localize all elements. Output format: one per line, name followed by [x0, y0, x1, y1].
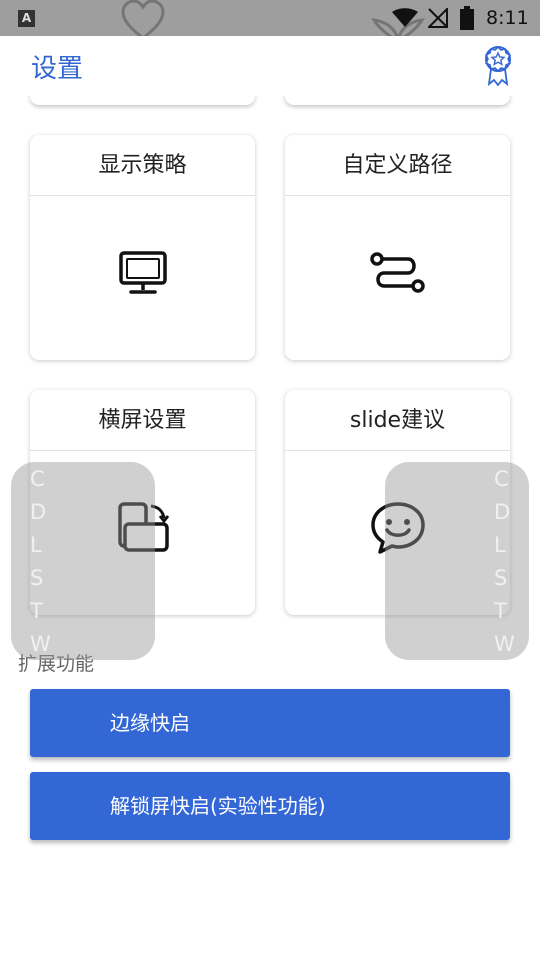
card-label: 显示策略 — [30, 135, 255, 196]
letter-item: L — [494, 533, 506, 557]
card-display-strategy[interactable]: 显示策略 — [30, 135, 255, 360]
letter-item: T — [494, 599, 507, 623]
page-title: 设置 — [31, 54, 84, 84]
no-signal-icon — [428, 8, 448, 28]
card-label: slide建议 — [285, 390, 510, 451]
edge-quick-launch-button[interactable]: 边缘快启 — [30, 689, 510, 757]
letter-item: C — [494, 467, 509, 491]
letter-item: S — [494, 566, 508, 590]
app-root: A 8:11 设置 显示策略 自定义路径 横屏设置 slide建议 扩展功能 边… — [0, 0, 540, 960]
toolbar: 设置 — [0, 36, 540, 96]
letter-item: D — [494, 500, 511, 524]
letter-item: W — [494, 632, 515, 656]
status-time: 8:11 — [486, 7, 529, 29]
letter-item: L — [30, 533, 42, 557]
letter-item: S — [30, 566, 44, 590]
award-icon[interactable] — [482, 44, 514, 86]
letter-item: D — [30, 500, 47, 524]
floating-letters-right: C D L S T W — [494, 463, 515, 661]
status-bar: A 8:11 — [0, 0, 540, 43]
lockscreen-quick-launch-button[interactable]: 解锁屏快启(实验性功能) — [30, 772, 510, 840]
card-custom-path[interactable]: 自定义路径 — [285, 135, 510, 360]
heart-icon — [121, 0, 165, 40]
route-icon — [369, 252, 425, 293]
monitor-icon — [118, 251, 167, 294]
floating-letters-left: C D L S T W — [30, 463, 51, 661]
wifi-icon — [392, 8, 418, 27]
letter-item: W — [30, 632, 51, 656]
card-label: 横屏设置 — [30, 390, 255, 451]
letter-item: T — [30, 599, 43, 623]
battery-icon — [460, 6, 474, 30]
letter-item: C — [30, 467, 45, 491]
card-label: 自定义路径 — [285, 135, 510, 196]
app-notification-icon: A — [18, 10, 35, 27]
